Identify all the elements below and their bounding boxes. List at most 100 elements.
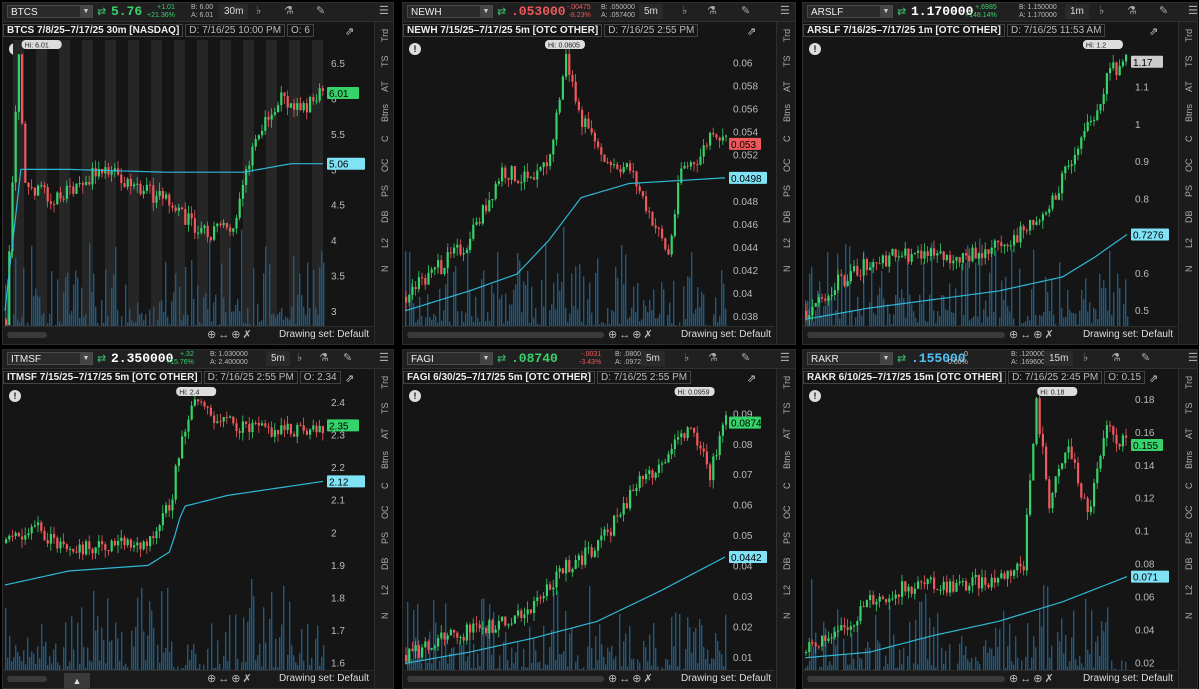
symbol-input[interactable]: RAKR ▼	[807, 352, 893, 365]
symbol-input[interactable]: ITMSF ▼	[7, 352, 93, 365]
side-tab-ts[interactable]: TS	[777, 395, 795, 421]
pan-icon[interactable]: ↔	[218, 329, 231, 341]
side-tab-at[interactable]: AT	[1179, 421, 1197, 447]
side-tab-btns[interactable]: Btns	[1179, 447, 1197, 473]
side-tab-n[interactable]: N	[1179, 603, 1197, 629]
side-tab-n[interactable]: N	[777, 256, 795, 282]
side-tab-l2[interactable]: L2	[1179, 230, 1197, 256]
side-tab-db[interactable]: DB	[1179, 204, 1197, 230]
side-tab-db[interactable]: DB	[375, 551, 393, 577]
timeframe-button[interactable]: 15m	[1044, 351, 1074, 366]
flask-icon[interactable]: ⚗	[319, 351, 329, 364]
side-tab-btns[interactable]: Btns	[375, 100, 393, 126]
crosshair-icon[interactable]: ⊕	[231, 329, 242, 341]
drawing-tool-icon[interactable]: ✎	[741, 4, 750, 17]
side-tab-at[interactable]: AT	[375, 421, 393, 447]
pin-icon[interactable]: ✗	[242, 329, 253, 341]
side-tab-ts[interactable]: TS	[1179, 395, 1197, 421]
symbol-input[interactable]: FAGI ▼	[407, 352, 493, 365]
side-tab-trd[interactable]: Trd	[777, 22, 795, 48]
side-tab-ts[interactable]: TS	[777, 48, 795, 74]
chart-scrollbar[interactable]	[7, 676, 47, 682]
crosshair-icon[interactable]: ⊕	[632, 329, 643, 341]
side-tab-n[interactable]: N	[375, 256, 393, 282]
crosshair-icon[interactable]: ⊕	[1033, 329, 1044, 341]
symbol-dropdown-icon[interactable]: ▼	[480, 353, 492, 364]
side-tab-n[interactable]: N	[375, 603, 393, 629]
side-tab-c[interactable]: C	[1179, 473, 1197, 499]
pan-icon[interactable]: ↔	[1020, 329, 1033, 341]
drawing-set-label[interactable]: Drawing set: Default	[279, 329, 369, 340]
style-icon[interactable]: ♭	[682, 4, 687, 17]
side-tab-ps[interactable]: PS	[777, 525, 795, 551]
pin-icon[interactable]: ✗	[643, 673, 654, 685]
side-tab-ps[interactable]: PS	[375, 178, 393, 204]
symbol-input[interactable]: BTCS ▼	[7, 5, 93, 18]
price-chart[interactable]: 6.565.554.543.536.015.06Hi: 6.017/97/107…	[3, 40, 373, 345]
style-icon[interactable]: ♭	[256, 4, 261, 17]
side-tab-db[interactable]: DB	[777, 551, 795, 577]
symbol-dropdown-icon[interactable]: ▼	[80, 6, 92, 17]
drawing-tool-icon[interactable]: ✎	[1159, 4, 1168, 17]
side-tab-oc[interactable]: OC	[1179, 499, 1197, 525]
side-tab-c[interactable]: C	[375, 473, 393, 499]
side-tab-at[interactable]: AT	[777, 421, 795, 447]
zoom-icon[interactable]: ⊕	[207, 329, 218, 341]
side-tab-db[interactable]: DB	[1179, 551, 1197, 577]
side-tab-trd[interactable]: Trd	[1179, 369, 1197, 395]
drawing-set-label[interactable]: Drawing set: Default	[279, 673, 369, 684]
link-icon[interactable]: ⇄	[897, 352, 906, 365]
pin-icon[interactable]: ✗	[1044, 329, 1055, 341]
side-tab-ps[interactable]: PS	[375, 525, 393, 551]
pan-icon[interactable]: ↔	[619, 329, 632, 341]
side-tab-btns[interactable]: Btns	[777, 447, 795, 473]
side-tab-trd[interactable]: Trd	[777, 369, 795, 395]
timeframe-button[interactable]: 5m	[639, 4, 663, 19]
side-tab-trd[interactable]: Trd	[1179, 22, 1197, 48]
dock-toggle-button[interactable]: ▲	[64, 673, 90, 689]
drawing-set-label[interactable]: Drawing set: Default	[1083, 673, 1173, 684]
price-chart[interactable]: 2.42.32.22.121.91.81.71.62.352.12Hi: 2.4…	[3, 387, 373, 689]
style-icon[interactable]: ♭	[1099, 4, 1104, 17]
price-chart[interactable]: 0.18 0.16 0.14 0.12 0.1 0.08 0.06 0.04 0.02 0.155…	[803, 387, 1177, 689]
price-chart[interactable]: 1.110.90.80.70.60.51.170.7276Hi: 1.28:30…	[803, 40, 1177, 345]
side-tab-ts[interactable]: TS	[1179, 48, 1197, 74]
crosshair-icon[interactable]: ⊕	[1033, 673, 1044, 685]
timeframe-button[interactable]: 30m	[219, 4, 249, 19]
chart-scrollbar[interactable]	[407, 676, 604, 682]
link-icon[interactable]: ⇄	[897, 5, 906, 18]
side-tab-oc[interactable]: OC	[1179, 152, 1197, 178]
price-chart[interactable]: 0.090.080.070.060.050.040.030.020.010.08…	[403, 387, 775, 689]
side-tab-at[interactable]: AT	[1179, 74, 1197, 100]
flask-icon[interactable]: ⚗	[284, 4, 294, 17]
drawing-tool-icon[interactable]: ✎	[1141, 351, 1150, 364]
side-tab-btns[interactable]: Btns	[1179, 100, 1197, 126]
price-chart[interactable]: 0.060.0580.0560.0540.0520.050.0480.0460.…	[403, 40, 775, 345]
side-tab-ps[interactable]: PS	[1179, 525, 1197, 551]
crosshair-icon[interactable]: ⊕	[231, 673, 242, 685]
chart-scrollbar[interactable]	[7, 332, 47, 338]
style-icon[interactable]: ♭	[684, 351, 689, 364]
menu-icon[interactable]: ☰	[1188, 351, 1197, 364]
flask-icon[interactable]: ⚗	[707, 4, 717, 17]
drawing-tool-icon[interactable]: ✎	[316, 4, 325, 17]
drawing-tool-icon[interactable]: ⇗	[1149, 25, 1158, 38]
link-icon[interactable]: ⇄	[97, 352, 106, 365]
pin-icon[interactable]: ✗	[242, 673, 253, 685]
side-tab-ps[interactable]: PS	[777, 178, 795, 204]
side-tab-c[interactable]: C	[777, 126, 795, 152]
side-tab-trd[interactable]: Trd	[375, 22, 393, 48]
side-tab-ts[interactable]: TS	[375, 395, 393, 421]
menu-icon[interactable]: ☰	[780, 351, 790, 364]
zoom-icon[interactable]: ⊕	[207, 673, 218, 685]
link-icon[interactable]: ⇄	[497, 352, 506, 365]
crosshair-icon[interactable]: ⊕	[632, 673, 643, 685]
flask-icon[interactable]: ⚗	[708, 351, 718, 364]
symbol-input[interactable]: ARSLF ▼	[807, 5, 893, 18]
side-tab-n[interactable]: N	[1179, 256, 1197, 282]
side-tab-l2[interactable]: L2	[777, 230, 795, 256]
chart-scrollbar[interactable]	[807, 332, 1005, 338]
symbol-dropdown-icon[interactable]: ▼	[80, 353, 92, 364]
symbol-dropdown-icon[interactable]: ▼	[880, 353, 892, 364]
side-tab-btns[interactable]: Btns	[375, 447, 393, 473]
